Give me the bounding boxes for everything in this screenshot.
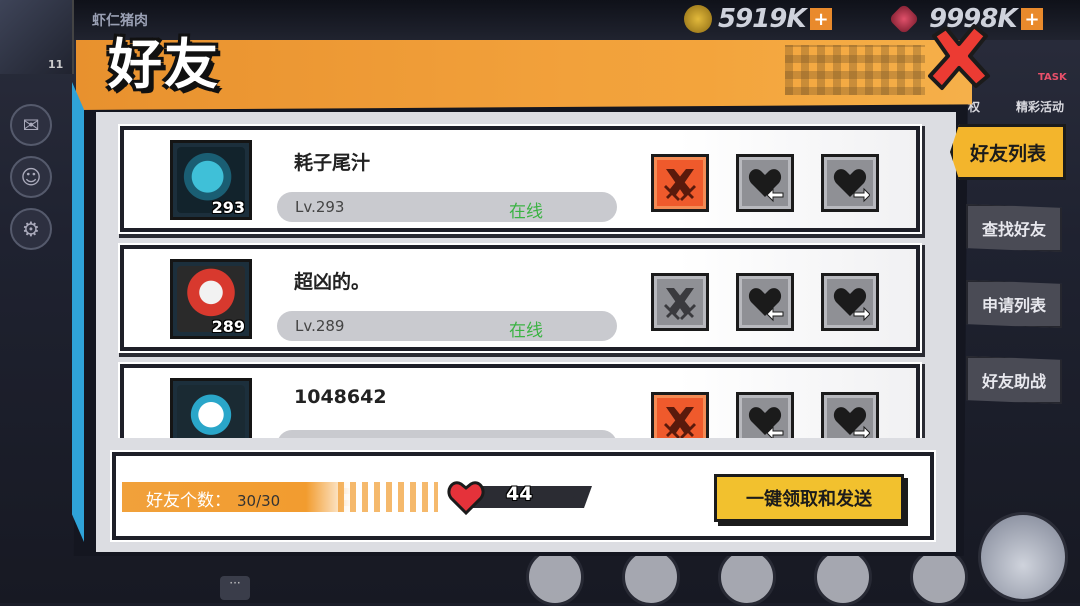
friend-count-label: 好友个数：	[146, 491, 231, 511]
battle-button[interactable]	[651, 273, 709, 331]
heart-send-icon	[833, 407, 870, 438]
heart-count: 44	[506, 483, 533, 505]
tab-find-friends[interactable]: 查找好友	[966, 204, 1062, 252]
friend-row[interactable]: 293 耗子尾汁 Lv.293 在线	[120, 126, 920, 232]
mail-icon[interactable]: ✉	[10, 104, 52, 146]
friend-avatar[interactable]: 293	[170, 140, 252, 220]
heart-icon	[447, 481, 485, 516]
send-heart-button[interactable]	[821, 392, 879, 438]
header-pattern	[785, 45, 925, 95]
send-heart-button[interactable]	[821, 273, 879, 331]
battle-button[interactable]	[651, 154, 709, 212]
avatar-level: 289	[211, 317, 245, 336]
heart-receive-icon	[748, 407, 784, 438]
tab-request-list[interactable]: 申请列表	[966, 280, 1062, 328]
panel-accent-stripe	[72, 82, 84, 542]
bottom-nav-button[interactable]	[718, 548, 776, 606]
tab-friend-list[interactable]: 好友列表	[950, 124, 1066, 180]
friend-row[interactable]: 1048642	[120, 364, 920, 438]
crossed-swords-icon	[664, 288, 696, 320]
coin-icon	[684, 5, 712, 33]
online-status: 在线	[509, 202, 543, 222]
friend-level: Lv.293	[295, 198, 345, 216]
receive-heart-button[interactable]	[736, 273, 794, 331]
friends-icon[interactable]: ☺	[10, 156, 52, 198]
heart-send-icon	[833, 288, 870, 322]
add-coin-button[interactable]: +	[809, 8, 832, 30]
add-gem-button[interactable]: +	[1020, 8, 1043, 30]
friend-avatar[interactable]: 289	[170, 259, 252, 339]
crossed-swords-icon	[664, 169, 696, 201]
level-status-bar	[277, 430, 617, 438]
panel-footer: 好友个数： 30/30 44 一键领取和发送	[112, 452, 934, 540]
friend-level: Lv.289	[295, 317, 345, 335]
count-pattern	[338, 482, 438, 512]
coin-amount: 5919K	[718, 4, 807, 34]
battle-button[interactable]	[651, 392, 709, 438]
assistant-robot-icon[interactable]	[978, 512, 1068, 602]
friend-count-value: 30/30	[237, 492, 281, 510]
friend-name: 耗子尾汁	[294, 152, 371, 174]
bottom-nav-button[interactable]	[814, 548, 872, 606]
claim-and-send-all-button[interactable]: 一键领取和发送	[714, 474, 904, 522]
avatar-level: 293	[211, 198, 245, 217]
bg-label-events: 精彩活动	[1016, 100, 1065, 114]
robot-avatar-art	[177, 385, 245, 438]
friend-name: 超凶的。	[294, 271, 371, 293]
receive-heart-button[interactable]	[736, 392, 794, 438]
crossed-swords-icon	[664, 407, 696, 438]
bottom-nav-button[interactable]	[910, 548, 968, 606]
tab-friend-assist[interactable]: 好友助战	[966, 356, 1062, 404]
bottom-nav	[510, 548, 980, 606]
bottom-nav-button[interactable]	[622, 548, 680, 606]
friend-name: 1048642	[294, 386, 387, 408]
receive-heart-button[interactable]	[736, 154, 794, 212]
friend-count: 好友个数： 30/30	[146, 486, 280, 511]
friend-row[interactable]: 289 超凶的。 Lv.289 在线	[120, 245, 920, 351]
close-button[interactable]	[924, 22, 994, 92]
panel-title: 好友	[108, 33, 220, 96]
heart-receive-icon	[748, 288, 784, 322]
bottom-nav-button[interactable]	[526, 548, 584, 606]
task-label: TASK	[1038, 72, 1067, 83]
friend-list[interactable]: 293 耗子尾汁 Lv.293 在线 289 超凶的。 Lv.289 在线 10…	[100, 118, 950, 438]
level-status-bar: Lv.293 在线	[277, 192, 617, 222]
heart-receive-icon	[748, 169, 784, 203]
heart-send-icon	[833, 169, 870, 203]
level-status-bar: Lv.289 在线	[277, 311, 617, 341]
settings-gear-icon[interactable]: ⚙	[10, 208, 52, 250]
online-status: 在线	[509, 321, 543, 341]
coin-currency: 5919K +	[684, 4, 832, 34]
close-icon	[928, 24, 990, 90]
chat-icon[interactable]: ···	[220, 576, 250, 600]
player-level: 11	[48, 58, 64, 71]
gem-icon	[888, 3, 920, 35]
friend-avatar[interactable]	[170, 378, 252, 438]
send-heart-button[interactable]	[821, 154, 879, 212]
